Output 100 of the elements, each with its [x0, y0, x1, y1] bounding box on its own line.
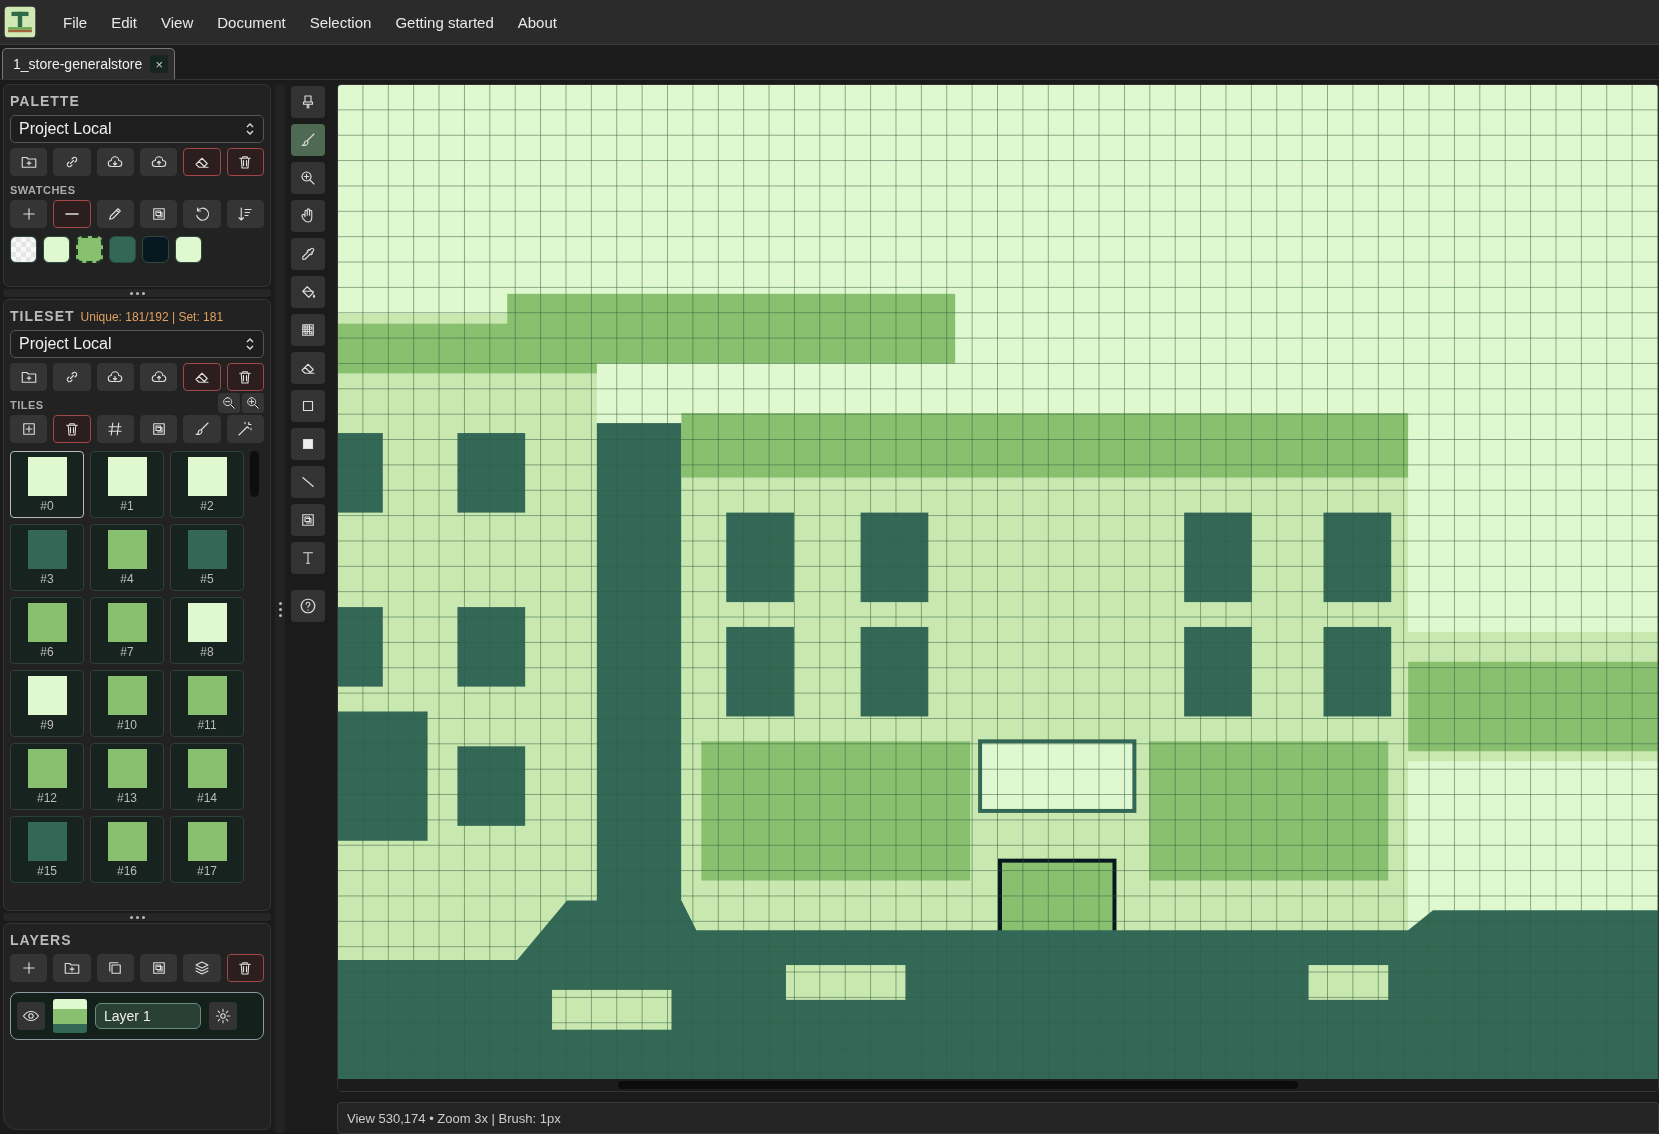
- link-palette-button[interactable]: [53, 148, 91, 176]
- tile-item[interactable]: #1: [90, 451, 164, 518]
- zoom-tool-button[interactable]: [291, 162, 325, 194]
- tile-label: #16: [117, 863, 137, 878]
- color-swatch[interactable]: [175, 236, 202, 263]
- selection-tool-button[interactable]: [291, 504, 325, 536]
- help-button[interactable]: [291, 590, 325, 622]
- tile-item[interactable]: #0: [10, 451, 84, 518]
- clear-tileset-button[interactable]: [183, 363, 221, 391]
- pan-tool-button[interactable]: [291, 200, 325, 232]
- tileset-stats: Unique: 181/192 | Set: 181: [80, 310, 224, 324]
- rectangle-tool-button[interactable]: [291, 390, 325, 422]
- filled-rectangle-tool-button[interactable]: [291, 428, 325, 460]
- tile-item[interactable]: #13: [90, 743, 164, 810]
- duplicate-layer-button[interactable]: [96, 954, 134, 982]
- tile-item[interactable]: #8: [170, 597, 244, 664]
- app-logo-icon[interactable]: [3, 5, 37, 39]
- tile-item[interactable]: #7: [90, 597, 164, 664]
- layer-settings-button[interactable]: [209, 1002, 237, 1030]
- palette-select[interactable]: Project Local: [10, 115, 264, 143]
- transparent-swatch[interactable]: [10, 236, 37, 263]
- download-tileset-button[interactable]: [96, 363, 134, 391]
- merge-layer-button[interactable]: [140, 954, 178, 982]
- upload-palette-button[interactable]: [140, 148, 178, 176]
- tile-item[interactable]: #5: [170, 524, 244, 591]
- tile-label: #7: [120, 644, 134, 659]
- tile-item[interactable]: #2: [170, 451, 244, 518]
- paint-tile-button[interactable]: [183, 415, 221, 443]
- tile-label: #9: [40, 717, 54, 732]
- resize-handle[interactable]: [3, 289, 271, 297]
- tile-item[interactable]: #3: [10, 524, 84, 591]
- auto-tile-button[interactable]: [226, 415, 264, 443]
- tile-item[interactable]: #12: [10, 743, 84, 810]
- remove-swatch-button[interactable]: [53, 200, 91, 228]
- import-palette-button[interactable]: [10, 148, 48, 176]
- clear-palette-button[interactable]: [183, 148, 221, 176]
- layer-name-field[interactable]: Layer 1: [95, 1003, 201, 1029]
- zoom-out-icon: [221, 395, 237, 411]
- import-tileset-button[interactable]: [10, 363, 48, 391]
- close-tab-button[interactable]: ×: [150, 55, 169, 73]
- download-palette-button[interactable]: [96, 148, 134, 176]
- color-swatch[interactable]: [142, 236, 169, 263]
- menu-item[interactable]: Selection: [299, 9, 382, 35]
- resize-handle[interactable]: [3, 913, 271, 921]
- delete-tileset-button[interactable]: [226, 363, 264, 391]
- tileset-select[interactable]: Project Local: [10, 330, 264, 358]
- zoom-out-button[interactable]: [218, 393, 240, 413]
- edit-swatch-button[interactable]: [96, 200, 134, 228]
- tile-item[interactable]: #15: [10, 816, 84, 883]
- color-swatch[interactable]: [43, 236, 70, 263]
- tile-item[interactable]: #11: [170, 670, 244, 737]
- add-group-button[interactable]: [53, 954, 91, 982]
- tile-item[interactable]: #9: [10, 670, 84, 737]
- tile-item[interactable]: #10: [90, 670, 164, 737]
- scrollbar-thumb[interactable]: [618, 1081, 1298, 1090]
- brush-tool-button[interactable]: [291, 124, 325, 156]
- eyedropper-tool-button[interactable]: [291, 238, 325, 270]
- menu-item[interactable]: View: [151, 9, 204, 35]
- color-swatch[interactable]: [76, 236, 103, 263]
- visibility-toggle[interactable]: [17, 1002, 45, 1030]
- document-tab[interactable]: 1_store-generalstore ×: [2, 48, 176, 79]
- help-icon: [299, 597, 317, 615]
- extract-tiles-button[interactable]: [140, 415, 178, 443]
- text-tool-button[interactable]: [291, 542, 325, 574]
- delete-palette-button[interactable]: [226, 148, 264, 176]
- grid-toggle-button[interactable]: [96, 415, 134, 443]
- add-layer-button[interactable]: [10, 954, 48, 982]
- dither-tool-button[interactable]: [291, 314, 325, 346]
- tile-item[interactable]: #17: [170, 816, 244, 883]
- add-swatch-button[interactable]: [10, 200, 48, 228]
- store-pixel-art-drawing[interactable]: [338, 85, 1658, 1080]
- color-swatch[interactable]: [109, 236, 136, 263]
- reset-swatches-button[interactable]: [183, 200, 221, 228]
- tile-item[interactable]: #4: [90, 524, 164, 591]
- menu-item[interactable]: File: [53, 9, 98, 35]
- flatten-layers-button[interactable]: [183, 954, 221, 982]
- tile-label: #6: [40, 644, 54, 659]
- sort-swatches-button[interactable]: [226, 200, 264, 228]
- delete-layer-button[interactable]: [226, 954, 264, 982]
- upload-tileset-button[interactable]: [140, 363, 178, 391]
- layer-row[interactable]: Layer 1: [10, 992, 264, 1040]
- link-tileset-button[interactable]: [53, 363, 91, 391]
- tile-item[interactable]: #14: [170, 743, 244, 810]
- tab-title[interactable]: 1_store-generalstore: [13, 56, 143, 72]
- menu-item[interactable]: About: [507, 9, 567, 35]
- extract-swatches-button[interactable]: [140, 200, 178, 228]
- menu-item[interactable]: Getting started: [385, 9, 504, 35]
- fill-tool-button[interactable]: [291, 276, 325, 308]
- delete-tile-button[interactable]: [53, 415, 91, 443]
- menu-item[interactable]: Document: [207, 9, 296, 35]
- frame-icon: [299, 511, 317, 529]
- tile-item[interactable]: #16: [90, 816, 164, 883]
- eraser-tool-button[interactable]: [291, 352, 325, 384]
- menu-item[interactable]: Edit: [101, 9, 148, 35]
- tile-label: #1: [120, 498, 134, 513]
- splitter-handle[interactable]: [275, 84, 285, 1134]
- zoom-in-button[interactable]: [242, 393, 264, 413]
- tile-item[interactable]: #6: [10, 597, 84, 664]
- add-tile-button[interactable]: [10, 415, 48, 443]
- stamp-tool-button[interactable]: [291, 86, 325, 118]
